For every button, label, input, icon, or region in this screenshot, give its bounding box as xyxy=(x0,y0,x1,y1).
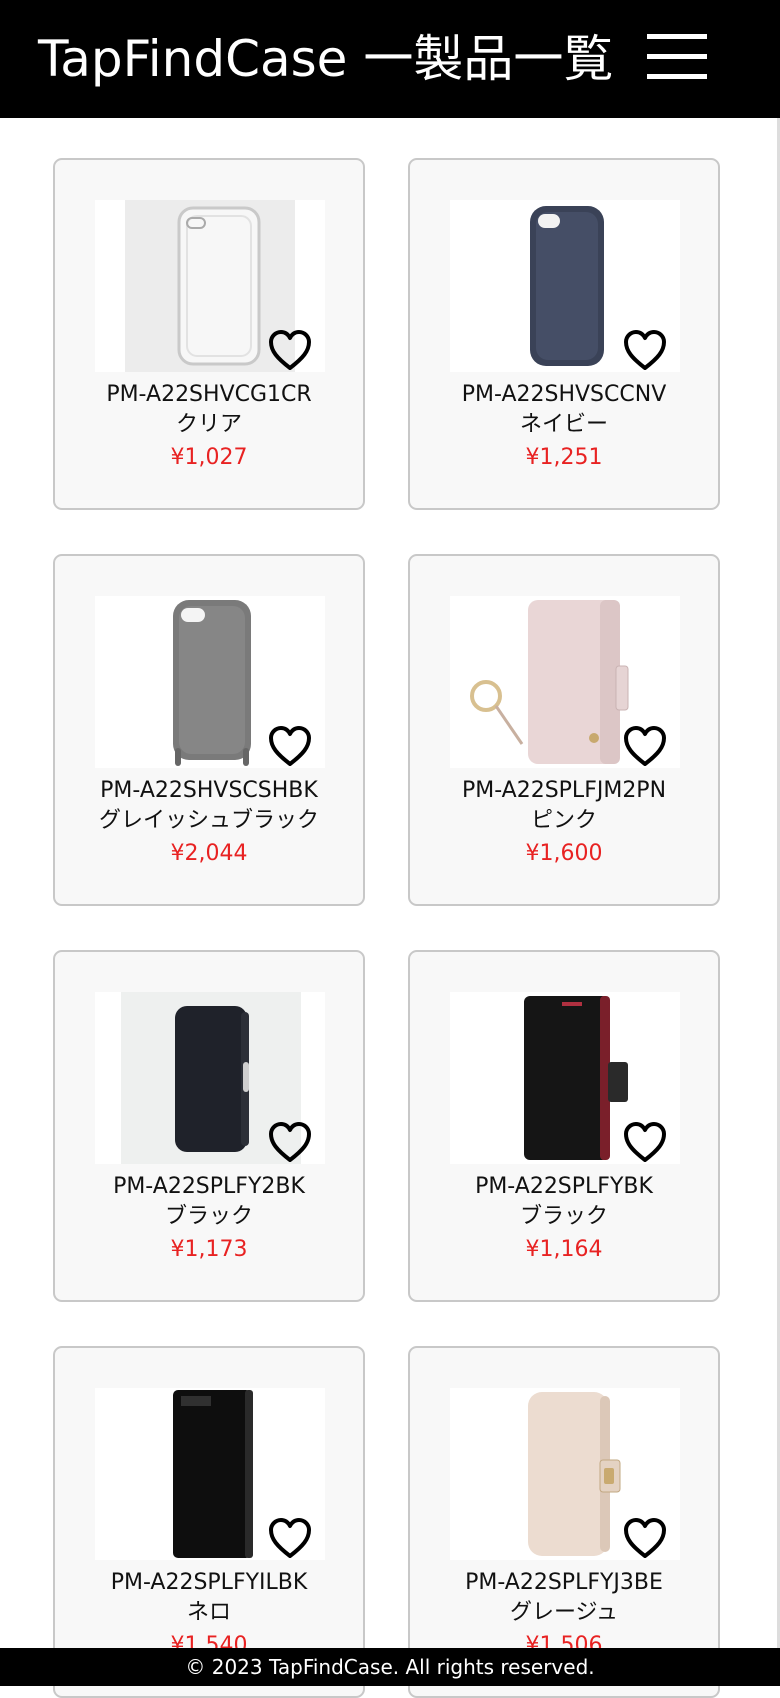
page-title: TapFindCase 一製品一覧 xyxy=(38,30,614,88)
product-card[interactable]: PM-A22SHVCG1CR クリア ¥1,027 xyxy=(53,158,365,510)
product-code: PM-A22SPLFJM2PN xyxy=(461,778,667,803)
product-color: グレージュ xyxy=(509,1600,619,1625)
menu-line xyxy=(647,34,707,39)
product-code: PM-A22SPLFYILBK xyxy=(110,1570,308,1595)
menu-line xyxy=(647,54,707,59)
product-card[interactable]: PM-A22SPLFY2BK ブラック ¥1,173 xyxy=(53,950,365,1302)
product-card[interactable]: PM-A22SHVSCSHBK グレイッシュブラック ¥2,044 xyxy=(53,554,365,906)
heart-icon[interactable] xyxy=(267,328,313,372)
footer-copyright: © 2023 TapFindCase. All rights reserved. xyxy=(0,1648,780,1686)
heart-icon[interactable] xyxy=(267,1120,313,1164)
product-color: ネイビー xyxy=(519,412,608,437)
product-price: ¥1,251 xyxy=(525,445,603,470)
product-color: ブラック xyxy=(519,1204,608,1229)
heart-icon[interactable] xyxy=(622,1120,668,1164)
product-card[interactable]: PM-A22SPLFYJ3BE グレージュ ¥1,506 xyxy=(408,1346,720,1698)
product-price: ¥1,173 xyxy=(170,1237,248,1262)
product-card[interactable]: PM-A22SPLFYILBK ネロ ¥1,540 xyxy=(53,1346,365,1698)
product-code: PM-A22SHVCG1CR xyxy=(106,382,312,407)
product-card[interactable]: PM-A22SPLFJM2PN ピンク ¥1,600 xyxy=(408,554,720,906)
menu-line xyxy=(647,74,707,79)
product-price: ¥2,044 xyxy=(170,841,248,866)
product-card[interactable]: PM-A22SHVSCCNV ネイビー ¥1,251 xyxy=(408,158,720,510)
product-price: ¥1,027 xyxy=(170,445,248,470)
heart-icon[interactable] xyxy=(267,1516,313,1560)
heart-icon[interactable] xyxy=(267,724,313,768)
product-code: PM-A22SPLFYBK xyxy=(475,1174,653,1199)
product-code: PM-A22SPLFYJ3BE xyxy=(465,1570,663,1595)
product-code: PM-A22SPLFY2BK xyxy=(113,1174,305,1199)
hamburger-menu-icon[interactable] xyxy=(640,30,710,86)
product-code: PM-A22SHVSCCNV xyxy=(461,382,667,407)
product-card[interactable]: PM-A22SPLFYBK ブラック ¥1,164 xyxy=(408,950,720,1302)
heart-icon[interactable] xyxy=(622,1516,668,1560)
heart-icon[interactable] xyxy=(622,328,668,372)
product-color: ネロ xyxy=(186,1600,231,1625)
product-price: ¥1,600 xyxy=(525,841,603,866)
app-header: TapFindCase 一製品一覧 xyxy=(0,0,780,118)
product-color: クリア xyxy=(175,412,242,437)
heart-icon[interactable] xyxy=(622,724,668,768)
product-price: ¥1,164 xyxy=(525,1237,603,1262)
product-code: PM-A22SHVSCSHBK xyxy=(100,778,318,803)
product-color: ピンク xyxy=(530,808,597,833)
product-color: グレイッシュブラック xyxy=(98,808,319,833)
product-color: ブラック xyxy=(164,1204,253,1229)
